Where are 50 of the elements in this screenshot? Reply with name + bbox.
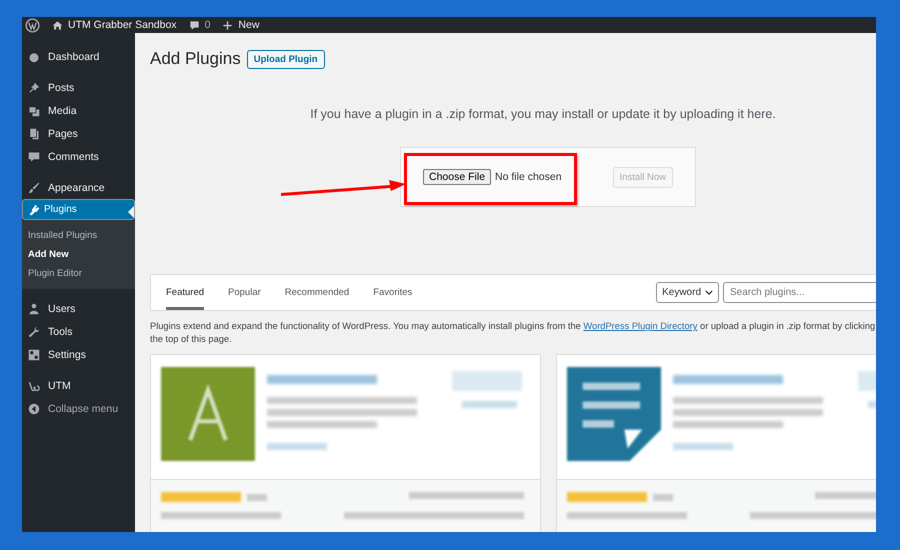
sidebar-item[interactable]: Appearance xyxy=(22,176,135,199)
description-text: Plugins extend and expand the functionality of WordPress. You may automatically install plugins from the WordPress Plugin Directory or upload a plugin in .zip format by clicking xyxy=(150,320,876,333)
plugin-directory-link[interactable]: WordPress Plugin Directory xyxy=(583,321,698,331)
sidebar-item[interactable]: Posts xyxy=(22,76,135,99)
sidebar-item[interactable]: Media xyxy=(22,99,135,122)
file-status-text: No file chosen xyxy=(495,171,562,183)
speech-bubble-icon xyxy=(28,150,40,162)
sidebar-item[interactable]: Tools xyxy=(22,320,135,343)
submenu-item[interactable]: Plugin Editor xyxy=(22,264,135,283)
pin-icon xyxy=(28,82,40,94)
pages-icon xyxy=(28,128,40,140)
sidebar-item[interactable]: Plugins xyxy=(22,199,135,220)
sidebar-item[interactable]: Pages xyxy=(22,122,135,145)
search-type-select[interactable]: Keyword xyxy=(656,282,719,303)
comments-count[interactable]: 0 xyxy=(204,19,210,31)
plug-icon xyxy=(28,204,40,216)
filter-tab[interactable]: Popular xyxy=(228,275,261,310)
speech-bubble-icon xyxy=(188,20,200,30)
description-text: the top of this page. xyxy=(150,333,233,346)
plugin-logo-icon xyxy=(567,367,661,461)
home-icon xyxy=(52,20,63,30)
upload-plugin-button[interactable]: Upload Plugin xyxy=(246,50,325,68)
wordpress-logo-icon[interactable] xyxy=(25,18,40,32)
filter-tab[interactable]: Favorites xyxy=(373,275,412,310)
upload-help-text: If you have a plugin in a .zip format, you may install or update it by uploading it here. xyxy=(309,107,777,121)
site-name-link[interactable]: UTM Grabber Sandbox xyxy=(68,19,177,31)
page-title: Add Plugins xyxy=(150,49,241,69)
media-icon xyxy=(28,104,40,116)
sidebar-item[interactable]: Collapse menu xyxy=(22,397,135,420)
wrench-icon xyxy=(28,326,40,338)
hook-icon xyxy=(28,380,40,392)
plus-icon xyxy=(222,20,234,30)
collapse-icon xyxy=(28,402,40,414)
submenu-item[interactable]: Installed Plugins xyxy=(22,226,135,245)
sidebar-item[interactable]: Comments xyxy=(22,145,135,168)
plugin-logo-icon xyxy=(161,367,255,461)
choose-file-button[interactable]: Choose File xyxy=(423,169,492,185)
filter-tab[interactable]: Recommended xyxy=(284,275,350,310)
sidebar-item[interactable]: UTM xyxy=(22,374,135,397)
sidebar-item[interactable]: Settings xyxy=(22,343,135,366)
caret-icon xyxy=(705,290,713,295)
sidebar-item[interactable]: Dashboard xyxy=(22,45,135,68)
filter-tab[interactable]: Featured xyxy=(166,275,204,310)
person-icon xyxy=(28,302,40,314)
sidebar-item[interactable]: Users xyxy=(22,297,135,320)
brush-icon xyxy=(28,182,40,194)
grid-icon xyxy=(28,348,40,360)
submenu-item[interactable]: Add New xyxy=(22,245,135,264)
search-field[interactable]: Search plugins... xyxy=(723,282,876,303)
new-link[interactable]: New xyxy=(238,19,260,31)
